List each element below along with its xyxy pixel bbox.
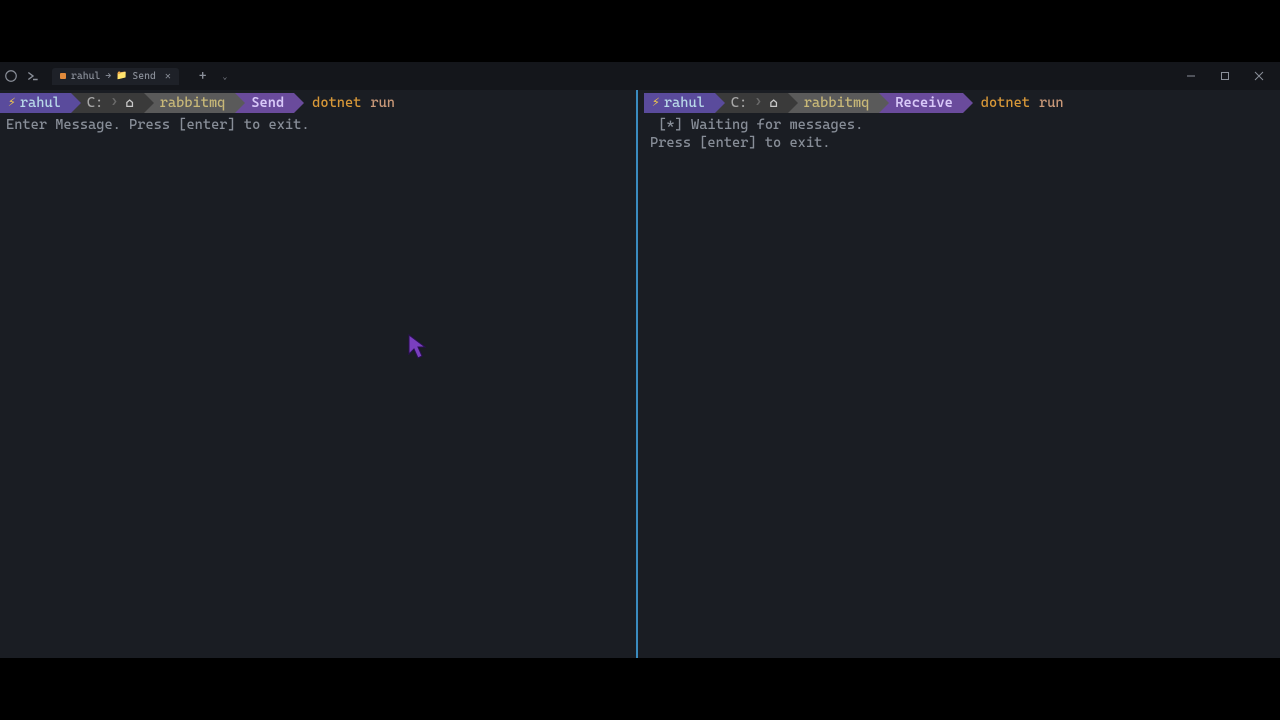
chevron-icon: ❯ <box>755 93 761 113</box>
mouse-cursor-icon <box>408 334 430 366</box>
output-left: Enter Message. Press [enter] to exit. <box>0 114 636 136</box>
titlebar[interactable]: rahul → 📁 Send ✕ + ⌄ <box>0 62 1280 90</box>
prompt-path-segment: rabbitmq <box>144 93 236 113</box>
prompt-drive-segment: C: ❯ ⌂ <box>715 93 788 113</box>
letterbox-top <box>0 0 1280 62</box>
cmd-program: dotnet <box>312 95 361 111</box>
prompt-user-segment: ⚡rahul <box>0 93 71 113</box>
output-line: [*] Waiting for messages. <box>650 116 1274 134</box>
new-tab-button[interactable]: + <box>195 69 211 84</box>
tab-dropdown-icon[interactable]: ⌄ <box>222 72 227 81</box>
tab-separator: → <box>105 71 111 82</box>
terminal-window: rahul → 📁 Send ✕ + ⌄ ⚡rahul C: ❯ ⌂ rabbi… <box>0 62 1280 658</box>
command-left: dotnet run <box>312 95 395 111</box>
cmd-program: dotnet <box>981 95 1030 111</box>
prompt-drive: C: <box>87 93 103 113</box>
cmd-argument: run <box>370 95 395 111</box>
prompt-user: rahul <box>20 93 61 113</box>
prompt-leaf-segment: Receive <box>879 93 962 113</box>
folder-icon: 📁 <box>116 71 127 81</box>
tab-active[interactable]: rahul → 📁 Send ✕ <box>52 68 179 85</box>
output-line: Enter Message. Press [enter] to exit. <box>6 116 630 134</box>
prompt-leaf: Receive <box>895 93 952 113</box>
shell-icon[interactable] <box>26 69 40 83</box>
chevron-icon: ❯ <box>111 93 117 113</box>
output-right: [*] Waiting for messages. Press [enter] … <box>644 114 1280 154</box>
prompt-drive-segment: C: ❯ ⌂ <box>71 93 144 113</box>
split-panes: ⚡rahul C: ❯ ⌂ rabbitmq Send dotnet run E… <box>0 90 1280 658</box>
minimize-button[interactable] <box>1174 62 1208 90</box>
tab-shell-icon <box>60 73 66 79</box>
letterbox-bottom <box>0 658 1280 720</box>
prompt-path: rabbitmq <box>160 93 226 113</box>
prompt-right: ⚡rahul C: ❯ ⌂ rabbitmq Receive dotnet ru… <box>644 92 1280 114</box>
maximize-button[interactable] <box>1208 62 1242 90</box>
prompt-leaf: Send <box>251 93 284 113</box>
tab-user-text: rahul <box>71 71 100 82</box>
cmd-argument: run <box>1039 95 1064 111</box>
prompt-user-segment: ⚡rahul <box>644 93 715 113</box>
home-icon: ⌂ <box>770 93 778 113</box>
pane-left[interactable]: ⚡rahul C: ❯ ⌂ rabbitmq Send dotnet run E… <box>0 90 636 658</box>
pane-right[interactable]: ⚡rahul C: ❯ ⌂ rabbitmq Receive dotnet ru… <box>638 90 1280 658</box>
output-line: Press [enter] to exit. <box>650 134 1274 152</box>
tab-close-icon[interactable]: ✕ <box>165 71 171 82</box>
app-menu-icon[interactable] <box>4 69 18 83</box>
prompt-user: rahul <box>664 93 705 113</box>
prompt-path: rabbitmq <box>804 93 870 113</box>
window-controls <box>1174 62 1276 90</box>
prompt-left: ⚡rahul C: ❯ ⌂ rabbitmq Send dotnet run <box>0 92 636 114</box>
close-button[interactable] <box>1242 62 1276 90</box>
tab-folder-text: Send <box>132 71 155 82</box>
bolt-icon: ⚡ <box>8 93 16 113</box>
prompt-drive: C: <box>731 93 747 113</box>
prompt-path-segment: rabbitmq <box>788 93 880 113</box>
command-right: dotnet run <box>981 95 1064 111</box>
home-icon: ⌂ <box>126 93 134 113</box>
bolt-icon: ⚡ <box>652 93 660 113</box>
titlebar-left: rahul → 📁 Send ✕ + ⌄ <box>4 68 227 85</box>
